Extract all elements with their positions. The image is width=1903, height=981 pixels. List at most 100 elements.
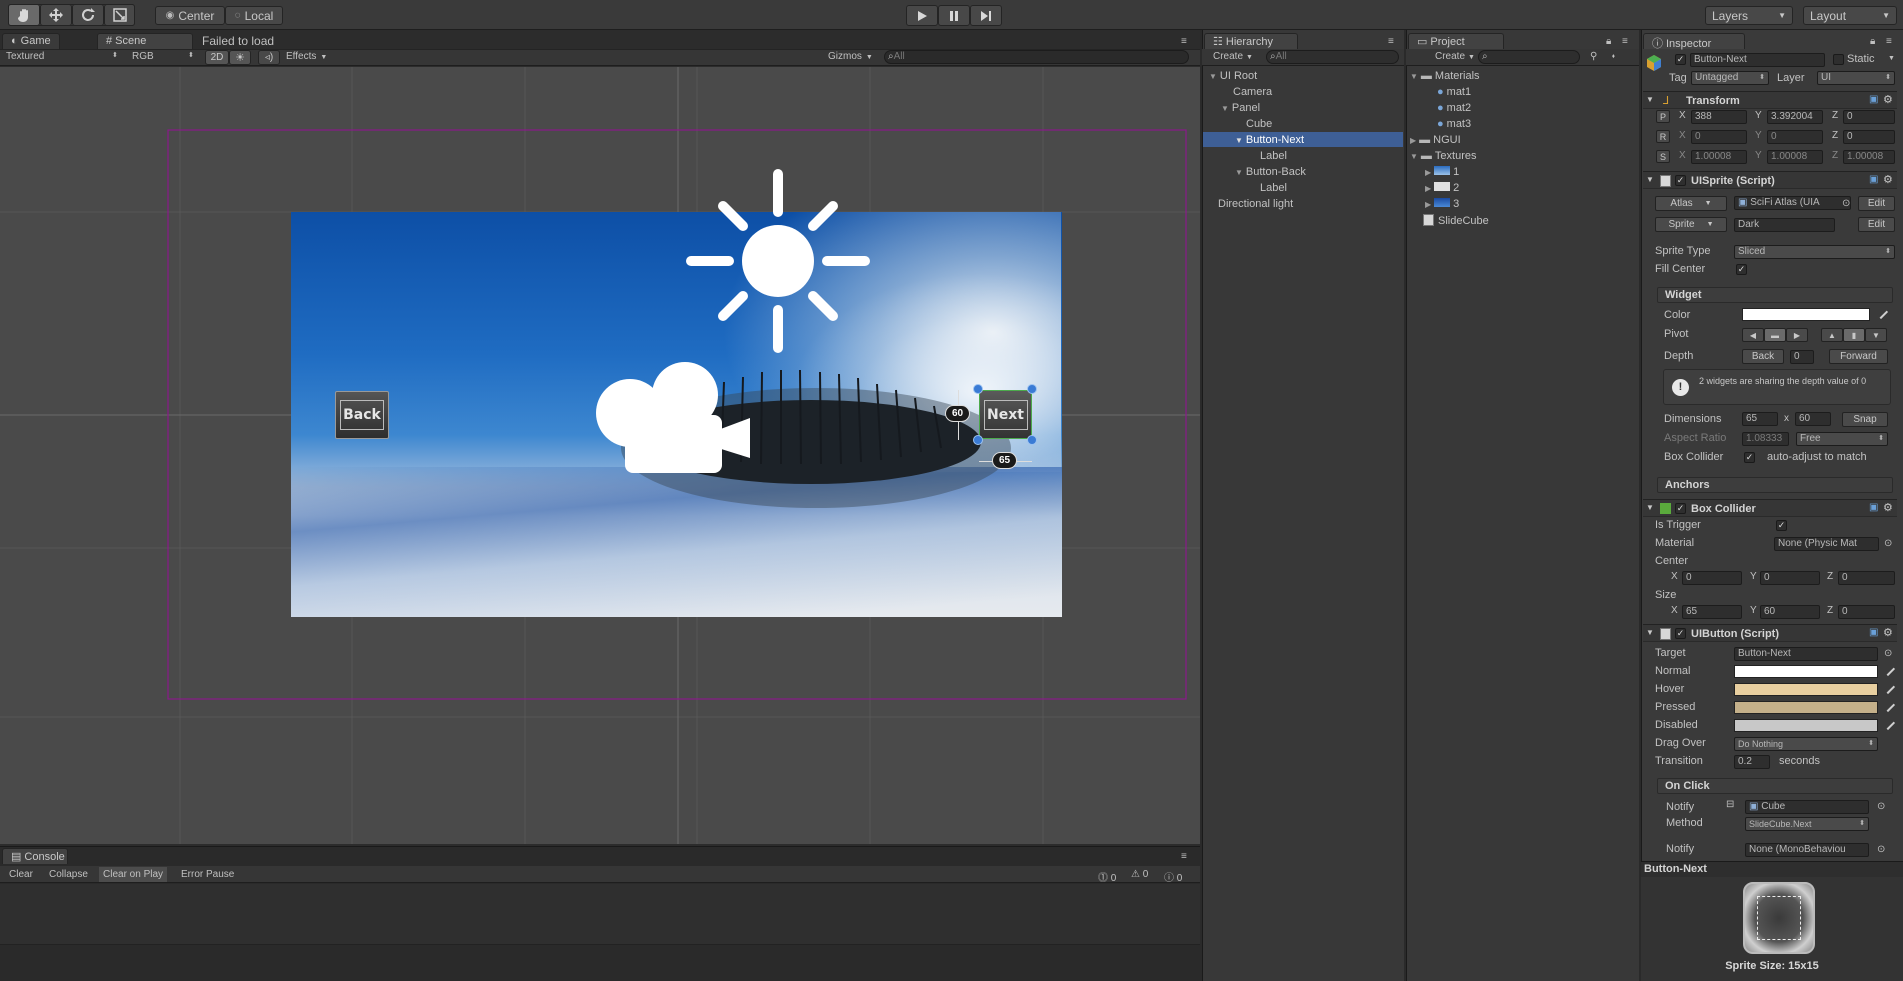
play-button[interactable] xyxy=(906,5,938,26)
layer-dropdown[interactable]: UI ⬍ xyxy=(1817,71,1895,85)
dimensions-width-field[interactable]: 65 xyxy=(1742,412,1778,426)
size-x-field[interactable]: 65 xyxy=(1682,605,1742,619)
project-item-mat2[interactable]: ● mat2 xyxy=(1437,102,1471,114)
settings-gear-icon[interactable]: ⚙ xyxy=(1883,173,1893,186)
settings-gear-icon[interactable]: ⚙ xyxy=(1883,93,1893,106)
scale-x-field[interactable]: 1.00008 xyxy=(1691,150,1747,164)
project-search-input[interactable]: ⌕ xyxy=(1478,50,1580,64)
tab-project[interactable]: ▭ Project xyxy=(1408,33,1504,49)
notify-2-picker-icon[interactable]: ⊙ xyxy=(1877,844,1885,855)
help-icon[interactable]: ▣ xyxy=(1869,502,1878,513)
tag-dropdown[interactable]: Untagged ⬍ xyxy=(1691,71,1769,85)
pause-button[interactable] xyxy=(938,5,970,26)
help-icon[interactable]: ▣ xyxy=(1869,174,1878,185)
resize-handle-tl[interactable] xyxy=(973,384,983,394)
rot-z-field[interactable]: 0 xyxy=(1843,130,1895,144)
console-error-pause-button[interactable]: Error Pause xyxy=(181,869,234,880)
pivot-center-h-button[interactable]: ▬ xyxy=(1764,328,1786,342)
dimensions-height-field[interactable]: 60 xyxy=(1795,412,1831,426)
hierarchy-item-ui-root[interactable]: ▼ UI Root xyxy=(1209,70,1257,82)
effects-dropdown[interactable]: Effects ▼ xyxy=(286,51,327,62)
pivot-local-button[interactable]: ◌ Local xyxy=(225,6,283,25)
console-collapse-button[interactable]: Collapse xyxy=(49,869,88,880)
widget-section-header[interactable]: Widget xyxy=(1657,287,1893,303)
depth-forward-button[interactable]: Forward xyxy=(1829,349,1888,364)
pivot-bottom-button[interactable]: ▼ xyxy=(1865,328,1887,342)
expand-arrow-icon[interactable]: ▶ xyxy=(1425,168,1431,177)
tab-scene[interactable]: # Scene xyxy=(97,33,193,49)
lighting-toggle[interactable]: ☀ xyxy=(229,50,251,65)
size-y-field[interactable]: 60 xyxy=(1760,605,1820,619)
console-warning-count[interactable]: ⚠ 0 xyxy=(1131,869,1148,880)
foldout-arrow-icon[interactable]: ▼ xyxy=(1646,175,1654,184)
settings-gear-icon[interactable]: ⚙ xyxy=(1883,626,1893,639)
reset-scale-button[interactable]: S xyxy=(1656,150,1670,163)
uibutton-component-header[interactable]: ▼ ✓ UIButton (Script) ▣ ⚙ xyxy=(1643,624,1897,642)
foldout-arrow-icon[interactable]: ▼ xyxy=(1646,628,1654,637)
project-item-slidecube[interactable]: SlideCube xyxy=(1423,214,1489,227)
project-item-mat1[interactable]: ● mat1 xyxy=(1437,86,1471,98)
filter-by-type-icon[interactable]: ⚲ xyxy=(1590,51,1597,62)
sprite-button[interactable]: Sprite ▼ xyxy=(1655,217,1727,232)
console-menu-icon[interactable]: ≡ xyxy=(1181,851,1187,862)
foldout-arrow-icon[interactable]: ▼ xyxy=(1646,503,1654,512)
layers-dropdown[interactable]: Layers ▼ xyxy=(1705,6,1793,25)
console-clear-on-play-button[interactable]: Clear on Play xyxy=(99,867,168,882)
expand-arrow-icon[interactable]: ▶ xyxy=(1410,136,1416,145)
expand-arrow-icon[interactable]: ▼ xyxy=(1410,72,1418,81)
scene-next-button[interactable]: Next xyxy=(979,390,1032,439)
hover-color-swatch[interactable] xyxy=(1734,683,1878,696)
snap-button[interactable]: Snap xyxy=(1842,412,1888,427)
active-checkbox[interactable]: ✓ xyxy=(1675,54,1686,65)
hierarchy-item-panel[interactable]: ▼ Panel xyxy=(1221,102,1260,114)
uisprite-component-header[interactable]: ▼ ✓ UISprite (Script) ▣ ⚙ xyxy=(1643,171,1897,189)
pos-x-field[interactable]: 388 xyxy=(1691,110,1747,124)
rot-x-field[interactable]: 0 xyxy=(1691,130,1747,144)
console-clear-button[interactable]: Clear xyxy=(9,869,33,880)
tab-game[interactable]: ◐ Game xyxy=(2,33,60,49)
box-collider-enabled-checkbox[interactable]: ✓ xyxy=(1675,503,1686,514)
pos-y-field[interactable]: 3.392004 xyxy=(1767,110,1823,124)
project-menu-icon[interactable]: ≡ xyxy=(1622,36,1628,47)
sprite-type-dropdown[interactable]: Sliced ⬍ xyxy=(1734,245,1895,259)
transform-component-header[interactable]: ▼ ⅃ Transform ▣ ⚙ xyxy=(1643,91,1897,109)
notify-field[interactable]: ▣ Cube xyxy=(1745,800,1869,814)
aspect-ratio-field[interactable]: 1.08333 xyxy=(1742,432,1789,446)
shading-mode-dropdown[interactable]: Textured ⬍ xyxy=(6,51,118,62)
center-z-field[interactable]: 0 xyxy=(1838,571,1895,585)
atlas-field[interactable]: ▣ SciFi Atlas (UIA xyxy=(1734,196,1851,210)
help-icon[interactable]: ▣ xyxy=(1869,94,1878,105)
console-log-area[interactable] xyxy=(0,884,1200,944)
depth-back-button[interactable]: Back xyxy=(1742,349,1784,364)
disabled-color-swatch[interactable] xyxy=(1734,719,1878,732)
expand-arrow-icon[interactable]: ▼ xyxy=(1410,152,1418,161)
material-picker-icon[interactable]: ⊙ xyxy=(1884,538,1892,549)
pivot-right-button[interactable]: ▶ xyxy=(1786,328,1808,342)
hierarchy-item-button-back[interactable]: ▼ Button-Back xyxy=(1235,166,1306,178)
on-click-section-header[interactable]: On Click xyxy=(1657,778,1893,794)
static-dropdown-arrow-icon[interactable]: ▼ xyxy=(1888,55,1895,62)
inspector-menu-icon[interactable]: ≡ xyxy=(1886,36,1892,47)
reset-position-button[interactable]: P xyxy=(1656,110,1670,123)
rotate-tool-icon[interactable] xyxy=(72,4,104,26)
static-checkbox[interactable] xyxy=(1833,54,1844,65)
render-mode-dropdown[interactable]: RGB ⬍ xyxy=(132,51,196,62)
project-folder-materials[interactable]: ▼ ▬ Materials xyxy=(1410,70,1480,82)
filter-by-label-icon[interactable]: ⬪ xyxy=(1612,51,1615,62)
project-item-mat3[interactable]: ● mat3 xyxy=(1437,118,1471,130)
box-collider-checkbox[interactable]: ✓ xyxy=(1744,452,1755,463)
resize-handle-tr[interactable] xyxy=(1027,384,1037,394)
console-info-count[interactable]: ⓘ 0 xyxy=(1164,869,1182,884)
uibutton-enabled-checkbox[interactable]: ✓ xyxy=(1675,628,1686,639)
project-folder-ngui[interactable]: ▶ ▬ NGUI xyxy=(1410,134,1461,146)
reset-rotation-button[interactable]: R xyxy=(1656,130,1670,143)
size-z-field[interactable]: 0 xyxy=(1838,605,1895,619)
remove-notify-icon[interactable]: ⊟ xyxy=(1726,799,1734,810)
notify-2-field[interactable]: None (MonoBehaviou xyxy=(1745,843,1869,857)
hierarchy-item-label-2[interactable]: Label xyxy=(1260,182,1287,194)
project-folder-textures[interactable]: ▼ ▬ Textures xyxy=(1410,150,1477,162)
hierarchy-create-dropdown[interactable]: Create ▼ xyxy=(1213,51,1253,62)
tab-hierarchy[interactable]: ☷ Hierarchy xyxy=(1204,33,1298,49)
hierarchy-item-button-next[interactable]: ▼ Button-Next xyxy=(1235,134,1304,146)
project-item-texture-2[interactable]: ▶ 2 xyxy=(1425,182,1459,194)
